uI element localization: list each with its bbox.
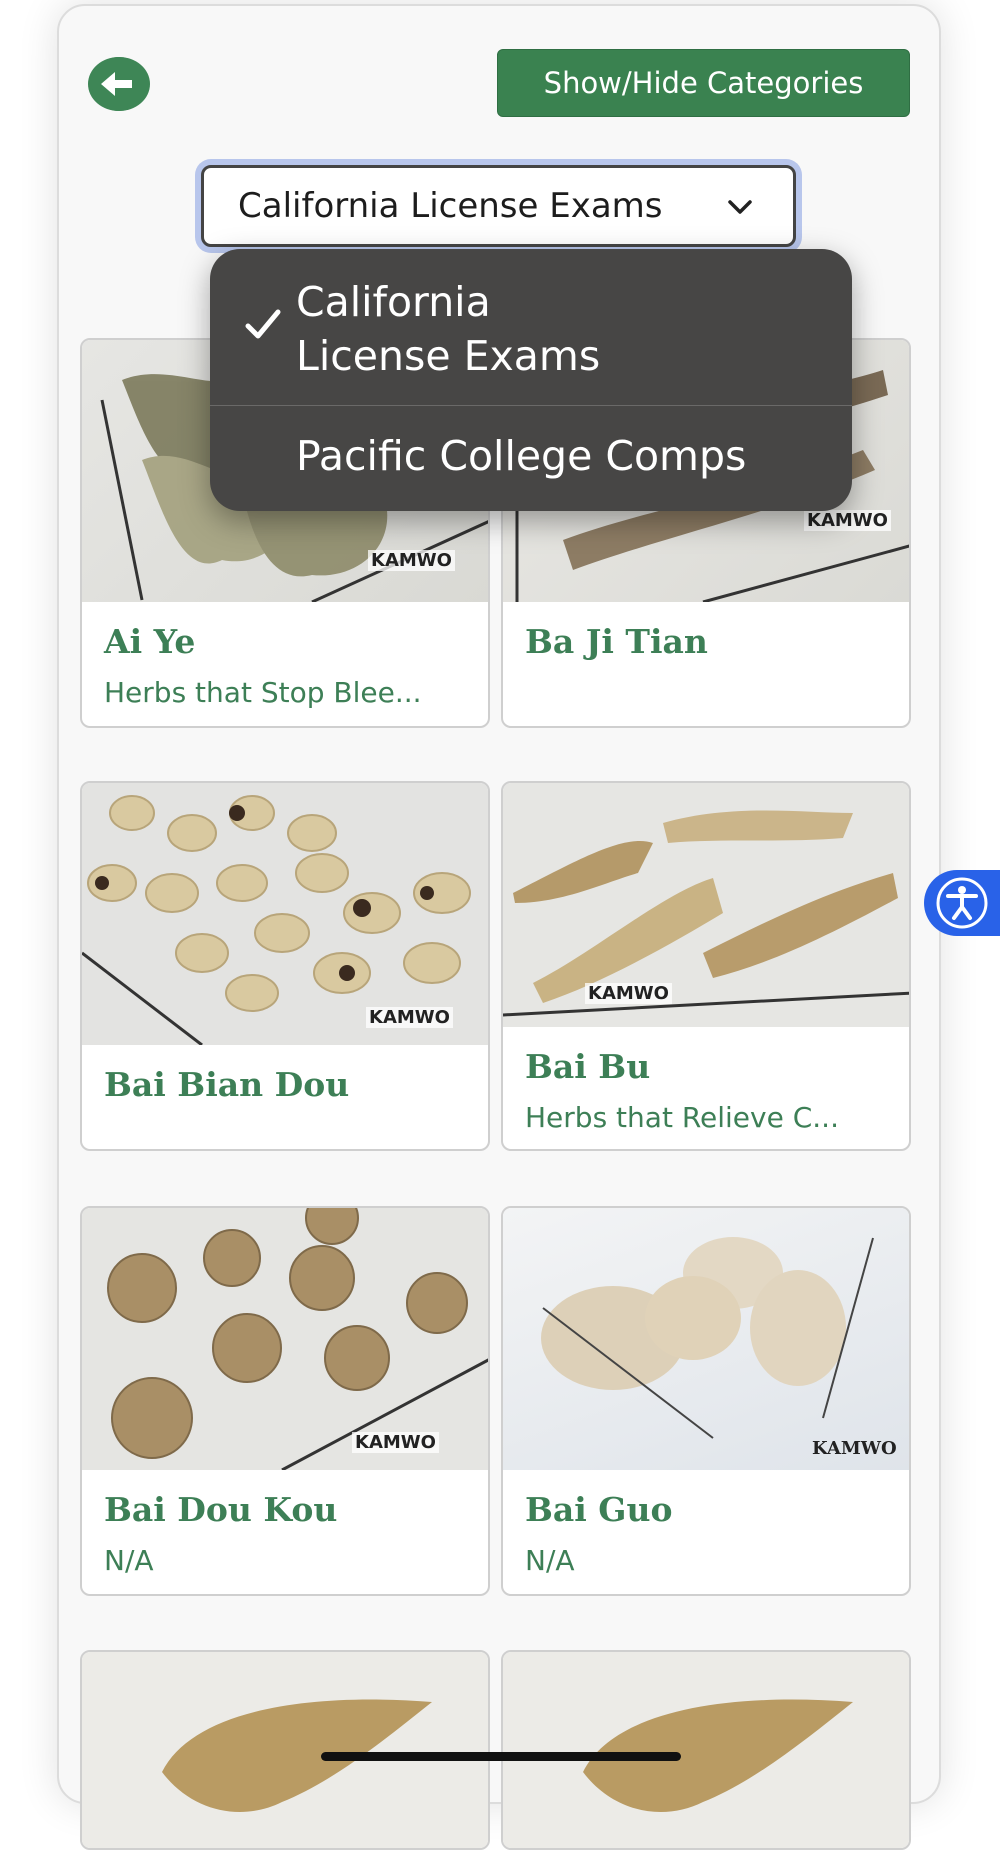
- chevron-down-icon: [728, 200, 752, 214]
- exam-select[interactable]: California License Exams: [201, 165, 796, 247]
- herb-name: Bai Dou Kou: [104, 1490, 338, 1529]
- kamwo-watermark: KAMWO: [368, 550, 455, 571]
- herb-name: Bai Bu: [525, 1047, 651, 1086]
- back-button[interactable]: [88, 57, 150, 111]
- herb-image: KAMWO: [503, 1208, 909, 1470]
- kamwo-watermark: KAMWO: [585, 983, 672, 1004]
- menu-option-california[interactable]: California License Exams: [296, 275, 616, 383]
- kamwo-watermark: KAMWO: [352, 1432, 439, 1453]
- herb-image: KAMWO: [503, 783, 909, 1027]
- herb-name: Ai Ye: [104, 622, 196, 661]
- menu-option-pacific[interactable]: Pacific College Comps: [296, 429, 746, 483]
- kamwo-watermark: KAMWO: [366, 1007, 453, 1028]
- herb-name: Bai Guo: [525, 1490, 673, 1529]
- menu-option-label-line1: California: [296, 278, 491, 326]
- exam-select-menu: California License Exams Pacific College…: [210, 249, 852, 511]
- herb-image: KAMWO: [82, 783, 488, 1045]
- herb-image: KAMWO: [82, 1208, 488, 1470]
- herb-category: Herbs that Stop Blee...: [104, 676, 422, 709]
- herb-card[interactable]: KAMWO Bai Bu Herbs that Relieve C...: [501, 781, 911, 1151]
- herb-image: [503, 1652, 909, 1848]
- herb-card[interactable]: KAMWO Bai Bian Dou: [80, 781, 490, 1151]
- menu-option-label-line2: License Exams: [296, 332, 601, 380]
- accessibility-button[interactable]: [924, 870, 1000, 936]
- kamwo-watermark: KAMWO: [804, 510, 891, 531]
- home-indicator: [321, 1752, 681, 1761]
- menu-divider: [210, 405, 852, 406]
- exam-select-value: California License Exams: [238, 186, 663, 226]
- herb-category: N/A: [104, 1544, 154, 1577]
- accessibility-icon: [936, 877, 988, 929]
- herb-card[interactable]: [501, 1650, 911, 1850]
- herb-category: Herbs that Relieve C...: [525, 1101, 839, 1134]
- herb-name: Ba Ji Tian: [525, 622, 708, 661]
- herb-image: [82, 1652, 488, 1848]
- herb-card[interactable]: [80, 1650, 490, 1850]
- arrow-left-icon: [92, 57, 146, 111]
- herb-category: N/A: [525, 1544, 575, 1577]
- show-hide-categories-button[interactable]: Show/Hide Categories: [497, 49, 910, 117]
- kamwo-watermark: KAMWO: [812, 1438, 897, 1459]
- checkmark-icon: [245, 309, 281, 339]
- herb-card[interactable]: KAMWO Bai Guo N/A: [501, 1206, 911, 1596]
- herb-name: Bai Bian Dou: [104, 1065, 350, 1104]
- herb-card[interactable]: KAMWO Bai Dou Kou N/A: [80, 1206, 490, 1596]
